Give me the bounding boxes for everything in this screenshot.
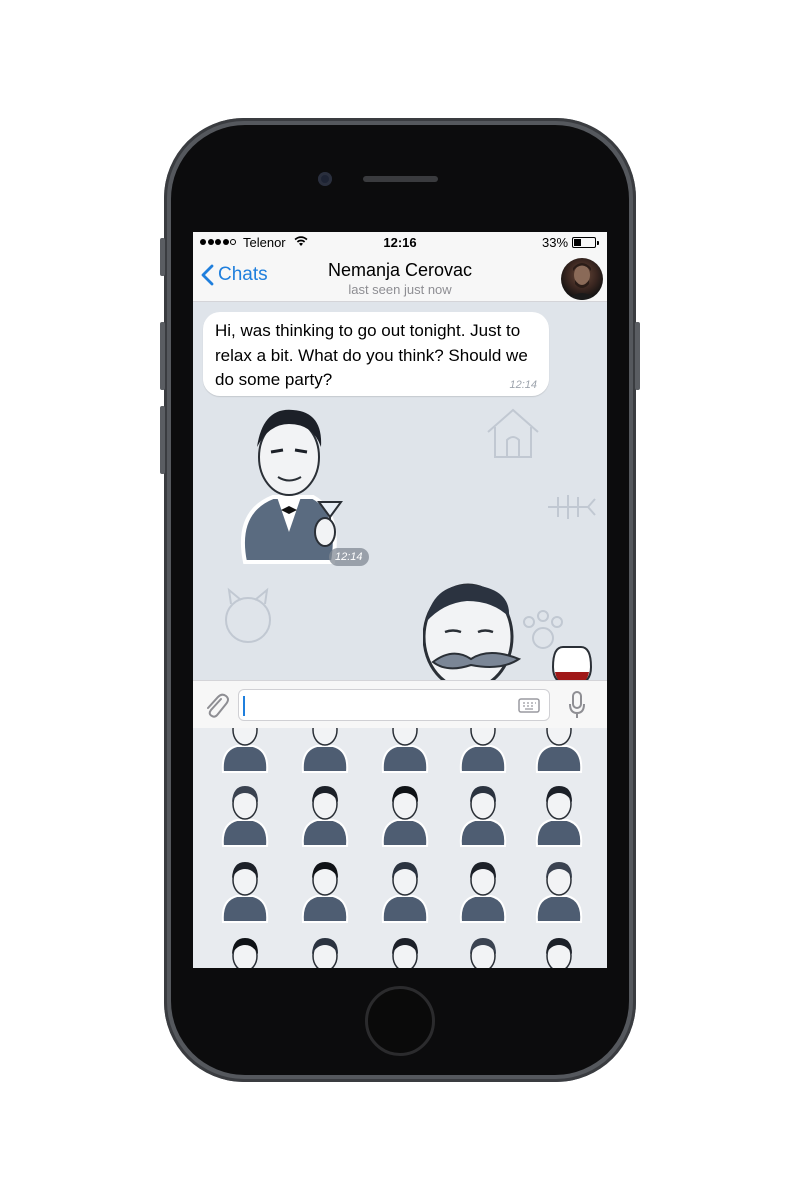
doghouse-doodle-icon: [487, 408, 539, 458]
power-button: [635, 322, 640, 390]
sticker-option[interactable]: [215, 780, 275, 848]
message-input[interactable]: [238, 689, 550, 721]
sticker-option[interactable]: [215, 932, 275, 968]
home-button[interactable]: [365, 986, 435, 1056]
back-to-chats-button[interactable]: Chats: [201, 264, 268, 286]
sticker-option[interactable]: [215, 856, 275, 924]
sticker-option[interactable]: [529, 856, 589, 924]
signal-strength-icon: [200, 239, 236, 245]
front-camera: [318, 172, 332, 186]
sticker-option[interactable]: [529, 932, 589, 968]
sticker-option[interactable]: [529, 728, 589, 774]
volume-down-button: [160, 406, 165, 474]
sticker-option[interactable]: [453, 728, 513, 774]
chevron-left-icon: [201, 264, 214, 286]
text-cursor: [243, 696, 245, 716]
message-input-bar: [193, 680, 607, 728]
sticker-option[interactable]: [295, 780, 355, 848]
status-bar: Telenor 12:16 33%: [193, 232, 607, 254]
mute-switch: [160, 238, 165, 276]
incoming-message-bubble[interactable]: Hi, was thinking to go out tonight. Just…: [203, 312, 549, 396]
sticker-option[interactable]: [453, 780, 513, 848]
wifi-icon: [294, 236, 308, 246]
earpiece-speaker: [363, 176, 438, 182]
sticker-timestamp: 12:14: [329, 548, 369, 566]
contact-photo: [567, 263, 597, 300]
chat-message-area[interactable]: Hi, was thinking to go out tonight. Just…: [193, 302, 607, 680]
sticker-option[interactable]: [375, 780, 435, 848]
sticker-option[interactable]: [375, 856, 435, 924]
sticker-option[interactable]: [295, 932, 355, 968]
phone-screen: Telenor 12:16 33% Chats Nemanja Cerovac …: [193, 232, 607, 968]
battery-level-fill: [574, 239, 582, 246]
mustached-gentleman-with-wine-sticker[interactable]: [423, 577, 603, 680]
sticker-option[interactable]: [375, 728, 435, 774]
sticker-option[interactable]: [375, 932, 435, 968]
sticker-option[interactable]: [453, 932, 513, 968]
cat-doodle-icon: [225, 587, 271, 643]
message-timestamp: 12:14: [509, 379, 537, 391]
contact-avatar[interactable]: [561, 258, 603, 300]
sticker-picker-panel[interactable]: [193, 728, 607, 968]
volume-up-button: [160, 322, 165, 390]
battery-icon: [572, 237, 599, 248]
sticker-option[interactable]: [215, 728, 275, 774]
battery-percentage: 33%: [542, 235, 569, 250]
microphone-icon[interactable]: [568, 691, 586, 719]
back-button-label: Chats: [218, 264, 268, 285]
sticker-option[interactable]: [529, 780, 589, 848]
sticker-option[interactable]: [295, 728, 355, 774]
gentleman-with-martini-sticker[interactable]: [233, 402, 343, 572]
fish-bone-doodle-icon: [548, 495, 596, 519]
paperclip-icon[interactable]: [203, 691, 229, 719]
carrier-name: Telenor: [243, 235, 286, 250]
navigation-bar: Chats Nemanja Cerovac last seen just now: [193, 254, 607, 302]
sticker-option[interactable]: [295, 856, 355, 924]
sticker-option[interactable]: [453, 856, 513, 924]
message-text: Hi, was thinking to go out tonight. Just…: [215, 321, 528, 389]
keyboard-icon[interactable]: [518, 698, 540, 713]
